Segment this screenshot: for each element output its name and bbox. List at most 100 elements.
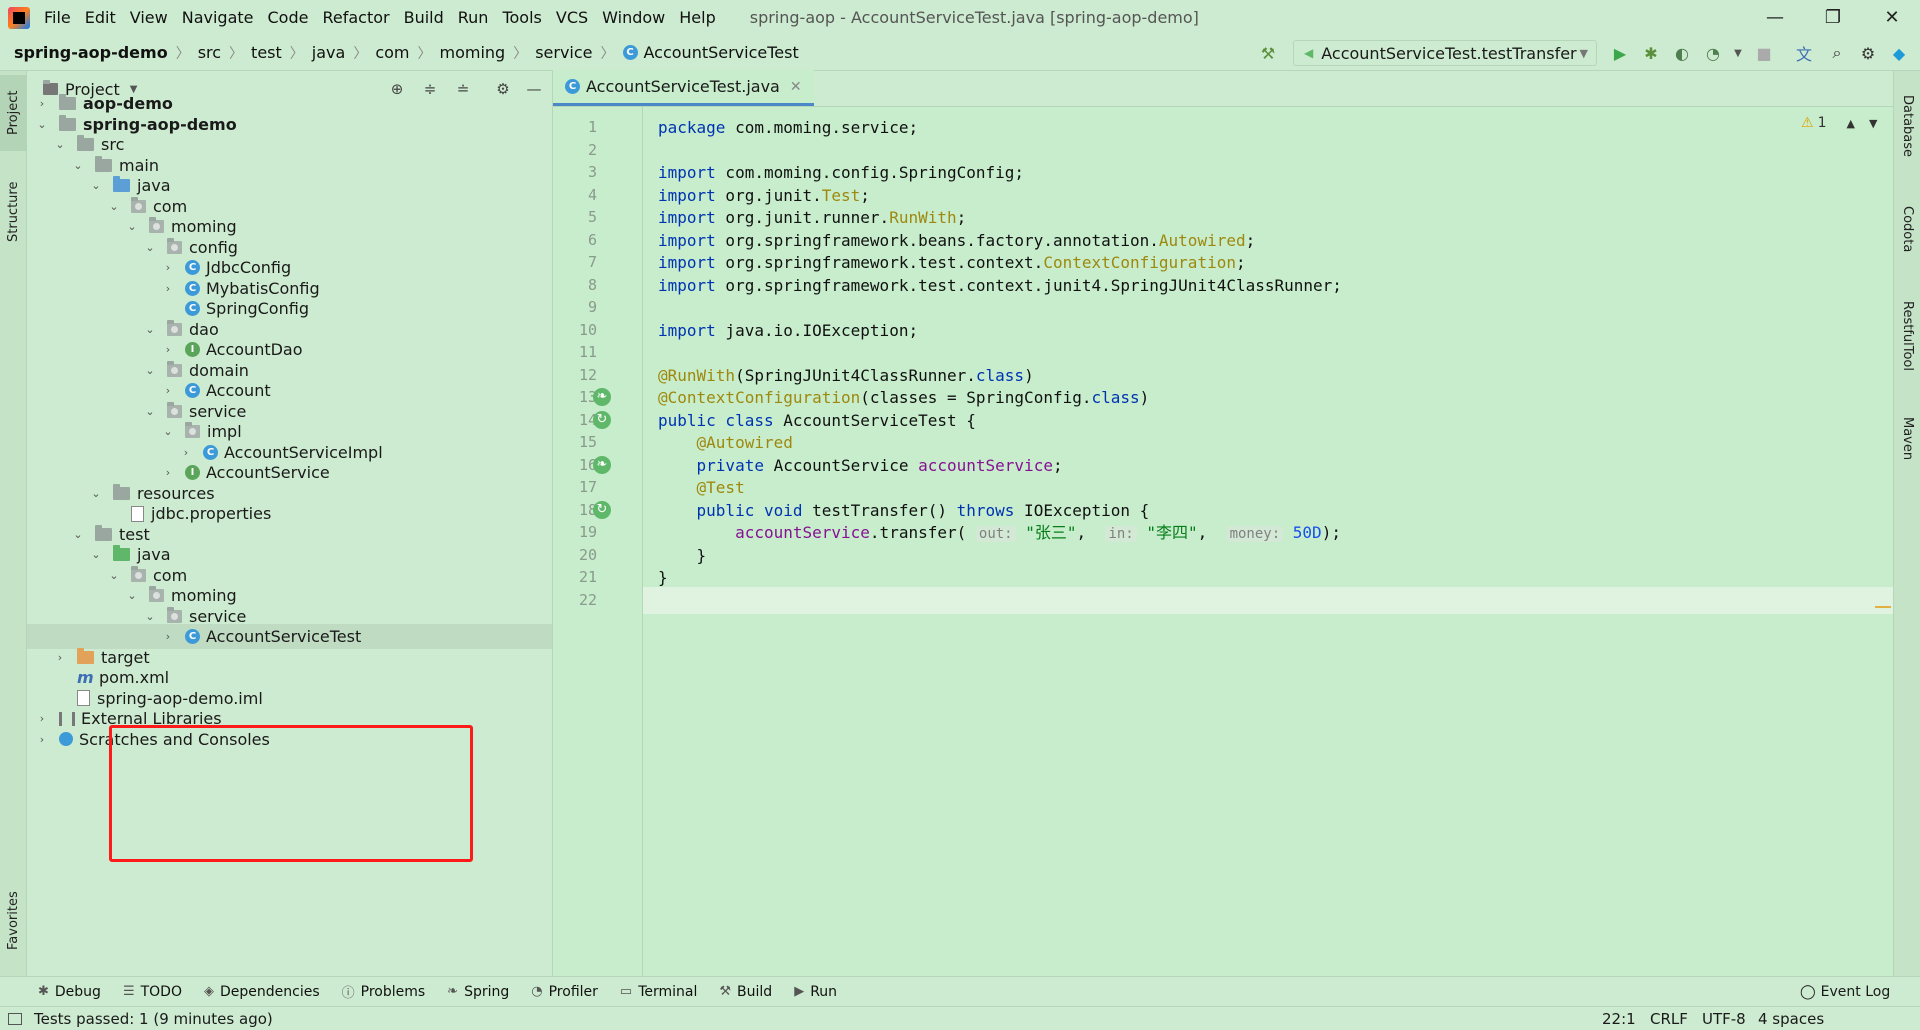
chevron-right-icon[interactable]: › [53, 651, 67, 664]
chevron-down-icon[interactable]: ⌄ [89, 548, 103, 561]
tool-run[interactable]: ▶ Run [794, 984, 837, 1000]
breadcrumb-item[interactable]: java [312, 43, 346, 62]
tree-item-label: src [101, 135, 125, 154]
chevron-down-icon[interactable]: ⌄ [143, 405, 157, 418]
breadcrumb-item[interactable]: com [375, 43, 409, 62]
run-configuration-select[interactable]: ◀ AccountServiceTest.testTransfer ▼ [1293, 40, 1597, 66]
plugin-icon[interactable]: ◆ [1889, 43, 1909, 63]
line-separator[interactable]: CRLF [1650, 1010, 1688, 1028]
tool-terminal[interactable]: ▭ Terminal [620, 984, 697, 1000]
chevron-down-icon[interactable]: ⌄ [53, 138, 67, 151]
stop-icon[interactable]: ■ [1754, 43, 1774, 63]
warning-stripe-marker[interactable] [1875, 606, 1891, 608]
tree-item[interactable]: › Scratches and Consoles [27, 727, 552, 752]
tab-maven[interactable]: Maven [1894, 399, 1920, 479]
minimize-button[interactable]: — [1747, 0, 1803, 35]
tab-restfultool[interactable]: RestfulTool [1894, 281, 1920, 391]
tool-debug[interactable]: ✱ Debug [38, 984, 101, 1000]
event-log-button[interactable]: ◯ Event Log [1800, 984, 1890, 1000]
breadcrumb-item[interactable]: test [251, 43, 282, 62]
tool-profiler[interactable]: ◔ Profiler [531, 984, 598, 1000]
chevron-down-icon[interactable]: ⌄ [35, 118, 49, 131]
chevron-right-icon[interactable]: › [35, 97, 49, 110]
tool-todo[interactable]: ☰ TODO [123, 984, 182, 1000]
chevron-down-icon[interactable]: ⌄ [71, 159, 85, 172]
tool-problems[interactable]: ⓘ Problems [342, 982, 426, 1002]
breadcrumb-item[interactable]: service [535, 43, 592, 62]
chevron-right-icon[interactable]: › [35, 712, 49, 725]
chevron-down-icon[interactable]: ⌄ [71, 528, 85, 541]
breadcrumb-item[interactable]: moming [439, 43, 505, 62]
inspection-widget[interactable]: ⚠ 1 ▲ ▼ [1801, 115, 1877, 131]
chevron-down-icon[interactable]: ⌄ [89, 179, 103, 192]
restore-button[interactable]: ❐ [1805, 0, 1861, 35]
menu-window[interactable]: Window [602, 8, 665, 27]
chevron-right-icon[interactable]: › [35, 733, 49, 746]
run-test-class-icon[interactable]: ↻ [593, 410, 611, 429]
chevron-down-icon[interactable]: ▼ [1869, 117, 1877, 130]
menu-vcs[interactable]: VCS [556, 8, 588, 27]
tab-favorites[interactable]: Favorites [0, 881, 27, 961]
chevron-right-icon[interactable]: › [161, 384, 175, 397]
caret-position[interactable]: 22:1 [1602, 1010, 1636, 1028]
gear-icon[interactable]: ⚙ [1858, 43, 1878, 63]
breadcrumb-item[interactable]: src [198, 43, 221, 62]
chevron-right-icon[interactable]: › [161, 466, 175, 479]
close-window-button[interactable]: ✕ [1864, 0, 1920, 35]
tab-codota[interactable]: Codota [1894, 189, 1920, 269]
run-icon[interactable]: ▶ [1610, 43, 1630, 63]
chevron-right-icon[interactable]: › [161, 261, 175, 274]
tab-accountservicetest[interactable]: C AccountServiceTest.java ✕ [553, 70, 814, 106]
menu-edit[interactable]: Edit [85, 8, 116, 27]
close-icon[interactable]: ✕ [790, 79, 802, 95]
build-hammer-icon[interactable]: ⚒ [1258, 43, 1278, 63]
chevron-down-icon[interactable]: ⌄ [107, 200, 121, 213]
chevron-down-icon[interactable]: ⌄ [143, 610, 157, 623]
chevron-down-icon[interactable]: ⌄ [143, 241, 157, 254]
menu-help[interactable]: Help [679, 8, 715, 27]
tool-build[interactable]: ⚒ Build [719, 984, 772, 1000]
menu-run[interactable]: Run [458, 8, 489, 27]
menu-view[interactable]: View [130, 8, 168, 27]
chevron-down-icon[interactable]: ⌄ [125, 589, 139, 602]
tool-spring[interactable]: ❧ Spring [447, 984, 509, 1000]
status-message[interactable]: Tests passed: 1 (9 minutes ago) [34, 1010, 273, 1028]
menu-tools[interactable]: Tools [502, 8, 541, 27]
indent-setting[interactable]: 4 spaces [1758, 1010, 1824, 1028]
tab-database[interactable]: Database [1894, 81, 1920, 171]
tab-project[interactable]: Project [0, 75, 27, 151]
code-area[interactable]: package com.moming.service; import com.mo… [643, 107, 1893, 976]
spring-autowired-icon[interactable]: ❧ [593, 455, 611, 474]
file-encoding[interactable]: UTF-8 [1702, 1010, 1746, 1028]
menu-navigate[interactable]: Navigate [182, 8, 254, 27]
profile-icon[interactable]: ◔ [1703, 43, 1723, 63]
menu-code[interactable]: Code [268, 8, 309, 27]
run-test-method-icon[interactable]: ↻ [593, 500, 611, 519]
spring-bean-icon[interactable]: ❧ [593, 388, 611, 406]
menu-file[interactable]: File [44, 8, 71, 27]
chevron-right-icon[interactable]: › [161, 343, 175, 356]
chevron-down-icon[interactable]: ▼ [1728, 43, 1748, 63]
chevron-down-icon[interactable]: ⌄ [125, 220, 139, 233]
breadcrumb-item[interactable]: C AccountServiceTest [622, 43, 799, 62]
chevron-down-icon[interactable]: ⌄ [161, 425, 175, 438]
search-icon[interactable]: ⌕ [1827, 43, 1847, 63]
coverage-icon[interactable]: ◐ [1672, 43, 1692, 63]
chevron-up-icon[interactable]: ▲ [1846, 117, 1854, 130]
chevron-right-icon[interactable]: › [179, 446, 193, 459]
tab-structure[interactable]: Structure [0, 169, 27, 255]
breadcrumb-item[interactable]: spring-aop-demo [14, 43, 168, 62]
menu-refactor[interactable]: Refactor [322, 8, 389, 27]
chevron-down-icon[interactable]: ⌄ [143, 364, 157, 377]
debug-icon[interactable]: ✱ [1641, 43, 1661, 63]
menu-build[interactable]: Build [404, 8, 444, 27]
chevron-down-icon[interactable]: ⌄ [143, 323, 157, 336]
chevron-right-icon[interactable]: › [161, 282, 175, 295]
translate-icon[interactable]: 文 [1794, 43, 1814, 64]
status-toggle-icon[interactable] [8, 1012, 22, 1025]
code-line[interactable] [643, 586, 1893, 614]
chevron-down-icon[interactable]: ⌄ [107, 569, 121, 582]
tool-dependencies[interactable]: ◈ Dependencies [204, 984, 320, 1000]
chevron-down-icon[interactable]: ⌄ [89, 487, 103, 500]
chevron-right-icon[interactable]: › [161, 630, 175, 643]
